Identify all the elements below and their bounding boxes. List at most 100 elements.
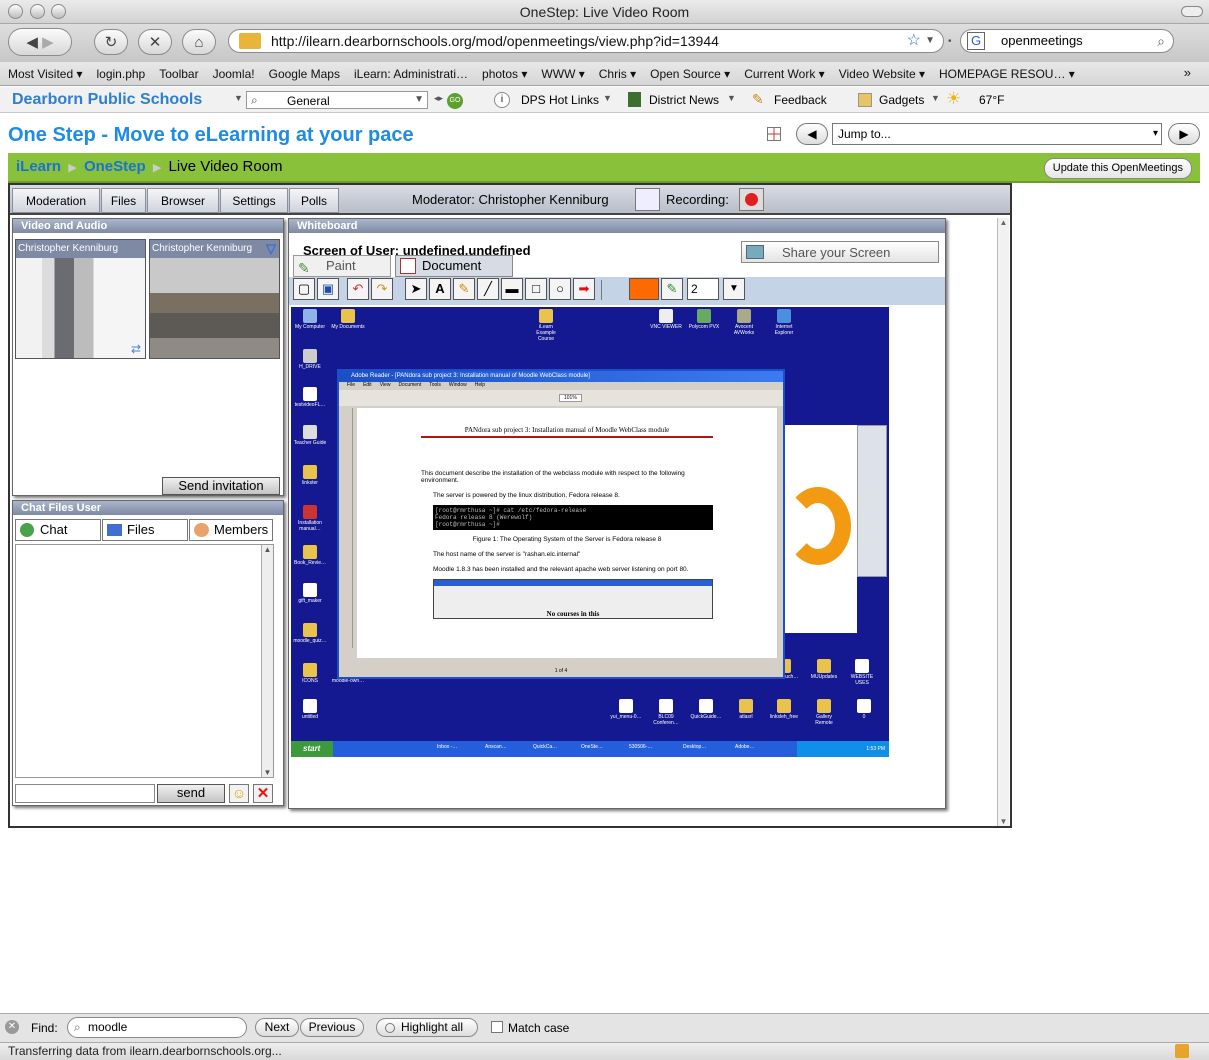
close-find-icon[interactable]: ✕ — [5, 1020, 19, 1034]
video-feed-2[interactable]: Christopher Kenniburg ▽ — [149, 239, 280, 359]
clear-chat-icon[interactable]: ✕ — [253, 784, 273, 803]
record-button[interactable] — [739, 188, 764, 211]
bookmark-item[interactable]: Google Maps — [269, 67, 340, 81]
room-scrollbar[interactable]: ▲ ▼ — [997, 218, 1009, 826]
chevron-down-icon[interactable]: ▼ — [414, 94, 424, 105]
chevron-down-icon[interactable]: ▼ — [234, 93, 243, 103]
video-panel-title: Video and Audio — [13, 219, 283, 233]
feedback-button[interactable]: Feedback — [774, 93, 827, 107]
underline-tool-icon[interactable]: ▬ — [501, 278, 523, 300]
url-bar[interactable]: http://ilearn.dearbornschools.org/mod/op… — [228, 29, 944, 53]
chevron-down-icon[interactable]: ▼ — [727, 93, 736, 103]
bookmark-item[interactable]: Open Source ▾ — [650, 67, 730, 81]
tab-browser[interactable]: Browser — [147, 188, 219, 213]
save-icon[interactable]: ▣ — [317, 278, 339, 300]
breadcrumb-ilearn[interactable]: iLearn — [16, 158, 61, 175]
breadcrumb-onestep[interactable]: OneStep — [84, 158, 146, 175]
toolbar-search-input[interactable]: ⌕ General ▼ — [246, 91, 428, 109]
tab-document[interactable]: Document — [395, 255, 513, 277]
chat-send-button[interactable]: send — [157, 784, 225, 803]
back-arrow-icon[interactable]: ◀ — [26, 33, 38, 51]
chat-scrollbar[interactable]: ▲ ▼ — [261, 545, 273, 777]
line-width-input[interactable]: 2 — [687, 278, 719, 300]
find-input[interactable]: ⌕ moodle — [67, 1017, 247, 1038]
go-button[interactable]: GO — [447, 93, 463, 109]
jump-to-select[interactable]: Jump to... ▾ — [832, 123, 1162, 145]
bookmark-item[interactable]: Chris ▾ — [599, 67, 636, 81]
emoticon-icon[interactable]: ☺ — [229, 784, 249, 803]
bookmark-item[interactable]: Most Visited ▾ — [8, 67, 83, 81]
google-logo-icon[interactable]: G — [967, 32, 985, 50]
bookmark-item[interactable]: Toolbar — [159, 67, 198, 81]
text-tool-icon[interactable]: A — [429, 278, 451, 300]
district-news-menu[interactable]: District News — [649, 93, 719, 107]
gadgets-menu[interactable]: Gadgets — [879, 93, 924, 107]
bookmark-star-icon[interactable]: ☆ — [907, 30, 921, 52]
tab-chat[interactable]: Chat — [15, 519, 101, 541]
forward-arrow-icon[interactable]: ▶ — [42, 33, 54, 51]
new-page-icon[interactable]: ▢ — [293, 278, 315, 300]
bookmark-item[interactable]: HOMEPAGE RESOU… ▾ — [939, 67, 1075, 81]
hot-links-menu[interactable]: DPS Hot Links — [521, 93, 599, 107]
bookmark-item[interactable]: photos ▾ — [482, 67, 527, 81]
bookmark-item[interactable]: Current Work ▾ — [744, 67, 824, 81]
chevron-down-icon[interactable]: ▼ — [723, 278, 745, 300]
reload-button[interactable]: ↻ — [94, 29, 128, 55]
line-tool-icon[interactable]: ╱ — [477, 278, 499, 300]
chat-messages-area[interactable]: ▲ ▼ — [15, 544, 274, 778]
scroll-up-icon[interactable]: ▲ — [262, 545, 273, 554]
bookmark-item[interactable]: iLearn: Administrati… — [354, 67, 468, 81]
share-screen-button[interactable]: Share your Screen — [741, 241, 939, 263]
find-previous-button[interactable]: Previous — [300, 1018, 364, 1037]
addon-icon[interactable] — [1175, 1044, 1189, 1058]
pencil-icon[interactable]: ✎ — [453, 278, 475, 300]
tab-paint[interactable]: ✎ Paint — [293, 255, 391, 277]
update-openmeetings-button[interactable]: Update this OpenMeetings — [1043, 158, 1192, 179]
match-case-checkbox[interactable] — [491, 1021, 503, 1033]
block-icon[interactable] — [767, 127, 781, 141]
tab-polls[interactable]: Polls — [289, 188, 339, 213]
color-picker-button[interactable] — [629, 278, 659, 300]
tab-members[interactable]: Members — [189, 519, 273, 541]
url-history-dropdown-icon[interactable]: ▼ — [925, 30, 935, 52]
highlight-all-button[interactable]: Highlight all — [376, 1018, 478, 1037]
send-invitation-button[interactable]: Send invitation — [162, 477, 280, 495]
home-button[interactable]: ⌂ — [182, 29, 216, 55]
chevron-down-icon[interactable]: ▼ — [603, 93, 612, 103]
stop-button[interactable]: ✕ — [138, 29, 172, 55]
next-page-button[interactable]: ▶ — [1168, 123, 1200, 145]
ellipse-tool-icon[interactable]: ○ — [549, 278, 571, 300]
search-input[interactable]: G openmeetings ⌕ — [960, 29, 1174, 53]
moderator-users-icon[interactable] — [635, 188, 660, 211]
chevron-down-icon[interactable]: ▽ — [266, 241, 276, 257]
bookmark-item[interactable]: login.php — [97, 67, 146, 81]
bookmark-item[interactable]: Video Website ▾ — [839, 67, 925, 81]
pointer-icon[interactable]: ➤ — [405, 278, 427, 300]
rectangle-tool-icon[interactable]: □ — [525, 278, 547, 300]
chevron-overflow-icon[interactable]: » — [1184, 65, 1191, 80]
weather-text[interactable]: 67°F — [979, 93, 1004, 107]
redo-icon[interactable]: ↷ — [371, 278, 393, 300]
video-feed-1[interactable]: Christopher Kenniburg ⇄ — [15, 239, 146, 359]
scroll-down-icon[interactable]: ▼ — [998, 817, 1009, 826]
bookmark-item[interactable]: Joomla! — [213, 67, 255, 81]
prev-page-button[interactable]: ◀ — [796, 123, 828, 145]
scroll-down-icon[interactable]: ▼ — [262, 768, 273, 777]
magnifier-icon[interactable]: ⌕ — [1157, 30, 1165, 52]
bookmark-item[interactable]: WWW ▾ — [541, 67, 584, 81]
arrow-tool-icon[interactable]: ➡ — [573, 278, 595, 300]
tab-chat-files[interactable]: Files — [102, 519, 188, 541]
chat-message-input[interactable] — [15, 784, 155, 803]
undo-icon[interactable]: ↶ — [347, 278, 369, 300]
toolbar-brand[interactable]: Dearborn Public Schools — [12, 91, 202, 109]
highlighter-icon[interactable]: ✎ — [661, 278, 683, 300]
tab-moderation[interactable]: Moderation — [12, 188, 100, 213]
find-next-button[interactable]: Next — [255, 1018, 299, 1037]
refresh-icon[interactable]: ⇄ — [131, 342, 141, 356]
back-forward-button[interactable]: ◀ ▶ — [8, 28, 72, 56]
toolbar-toggle-button[interactable] — [1181, 6, 1203, 17]
chevron-down-icon[interactable]: ▼ — [931, 93, 940, 103]
tab-settings[interactable]: Settings — [220, 188, 288, 213]
tab-files[interactable]: Files — [101, 188, 146, 213]
scroll-up-icon[interactable]: ▲ — [998, 218, 1009, 227]
